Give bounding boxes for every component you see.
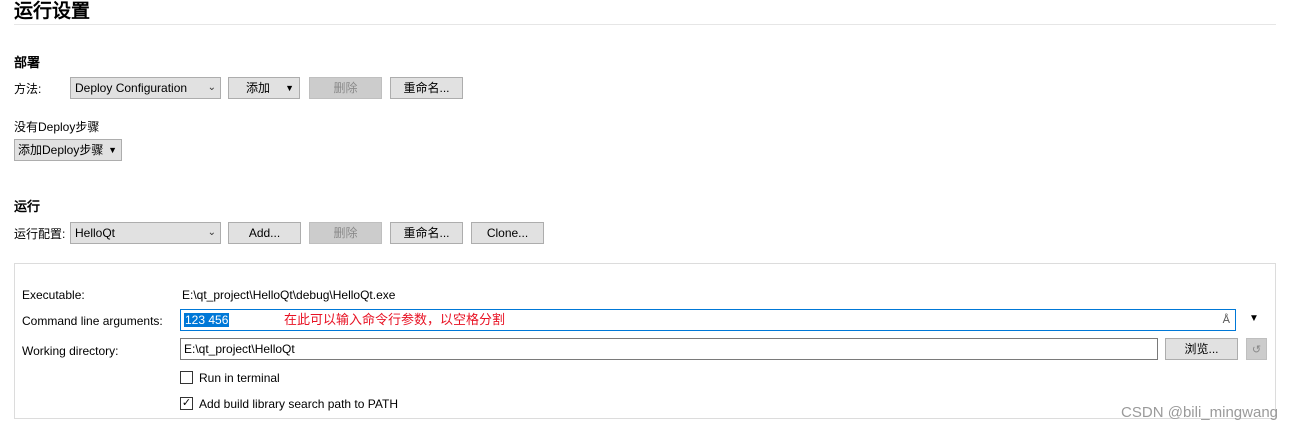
run-in-terminal-checkbox[interactable] [180, 371, 193, 384]
watermark: CSDN @bili_mingwang [1121, 404, 1278, 421]
deploy-method-label: 方法: [14, 82, 42, 96]
args-value: 123 456 [184, 313, 230, 327]
executable-value: E:\qt_project\HelloQt\debug\HelloQt.exe [182, 288, 396, 302]
add-build-lib-checkbox[interactable]: ✓ [180, 397, 193, 410]
deploy-method-value: Deploy Configuration [75, 81, 188, 95]
caret-down-icon: ▼ [108, 145, 117, 155]
reset-icon: ↺ [1251, 344, 1262, 356]
browse-button[interactable]: 浏览... [1165, 338, 1238, 360]
run-in-terminal-label: Run in terminal [199, 371, 280, 385]
args-input[interactable]: 123 456 在此可以输入命令行参数，以空格分割 Å [180, 309, 1236, 331]
executable-label: Executable: [22, 288, 85, 302]
run-clone-button[interactable]: Clone... [471, 222, 544, 244]
no-deploy-steps-text: 没有Deploy步骤 [14, 120, 100, 134]
deploy-method-select[interactable]: Deploy Configuration ⌄ [70, 77, 221, 99]
run-delete-button[interactable]: 删除 [309, 222, 382, 244]
run-rename-button[interactable]: 重命名... [390, 222, 463, 244]
checkmark-icon: ✓ [181, 397, 192, 409]
chevron-down-icon: ⌄ [207, 82, 216, 93]
deploy-add-label: 添加 [246, 81, 271, 95]
chevron-down-icon: ⌄ [207, 227, 216, 238]
args-label: Command line arguments: [22, 314, 163, 328]
page-title: 运行设置 [14, 1, 91, 22]
workdir-label: Working directory: [22, 344, 119, 358]
args-annotation: 在此可以输入命令行参数，以空格分割 [284, 312, 506, 327]
deploy-delete-button[interactable]: 删除 [309, 77, 382, 99]
deploy-add-button[interactable]: 添加 ▼ [228, 77, 300, 99]
title-divider [14, 24, 1276, 25]
add-deploy-step-label: 添加Deploy步骤 [18, 143, 104, 157]
args-dropdown-icon[interactable]: ▼ [1249, 313, 1259, 324]
run-add-button[interactable]: Add... [228, 222, 301, 244]
run-config-select[interactable]: HelloQt ⌄ [70, 222, 221, 244]
run-config-value: HelloQt [75, 226, 116, 240]
deploy-section-title: 部署 [14, 55, 41, 70]
workdir-input[interactable]: E:\qt_project\HelloQt [180, 338, 1158, 360]
variables-icon[interactable]: Å [1223, 310, 1230, 330]
run-config-label: 运行配置: [14, 227, 66, 241]
add-build-lib-label: Add build library search path to PATH [199, 397, 398, 411]
add-deploy-step-button[interactable]: 添加Deploy步骤 ▼ [14, 139, 122, 161]
caret-down-icon: ▼ [285, 83, 294, 93]
deploy-rename-button[interactable]: 重命名... [390, 77, 463, 99]
run-section-title: 运行 [14, 199, 41, 214]
reset-workdir-button[interactable]: ↺ [1246, 338, 1267, 360]
